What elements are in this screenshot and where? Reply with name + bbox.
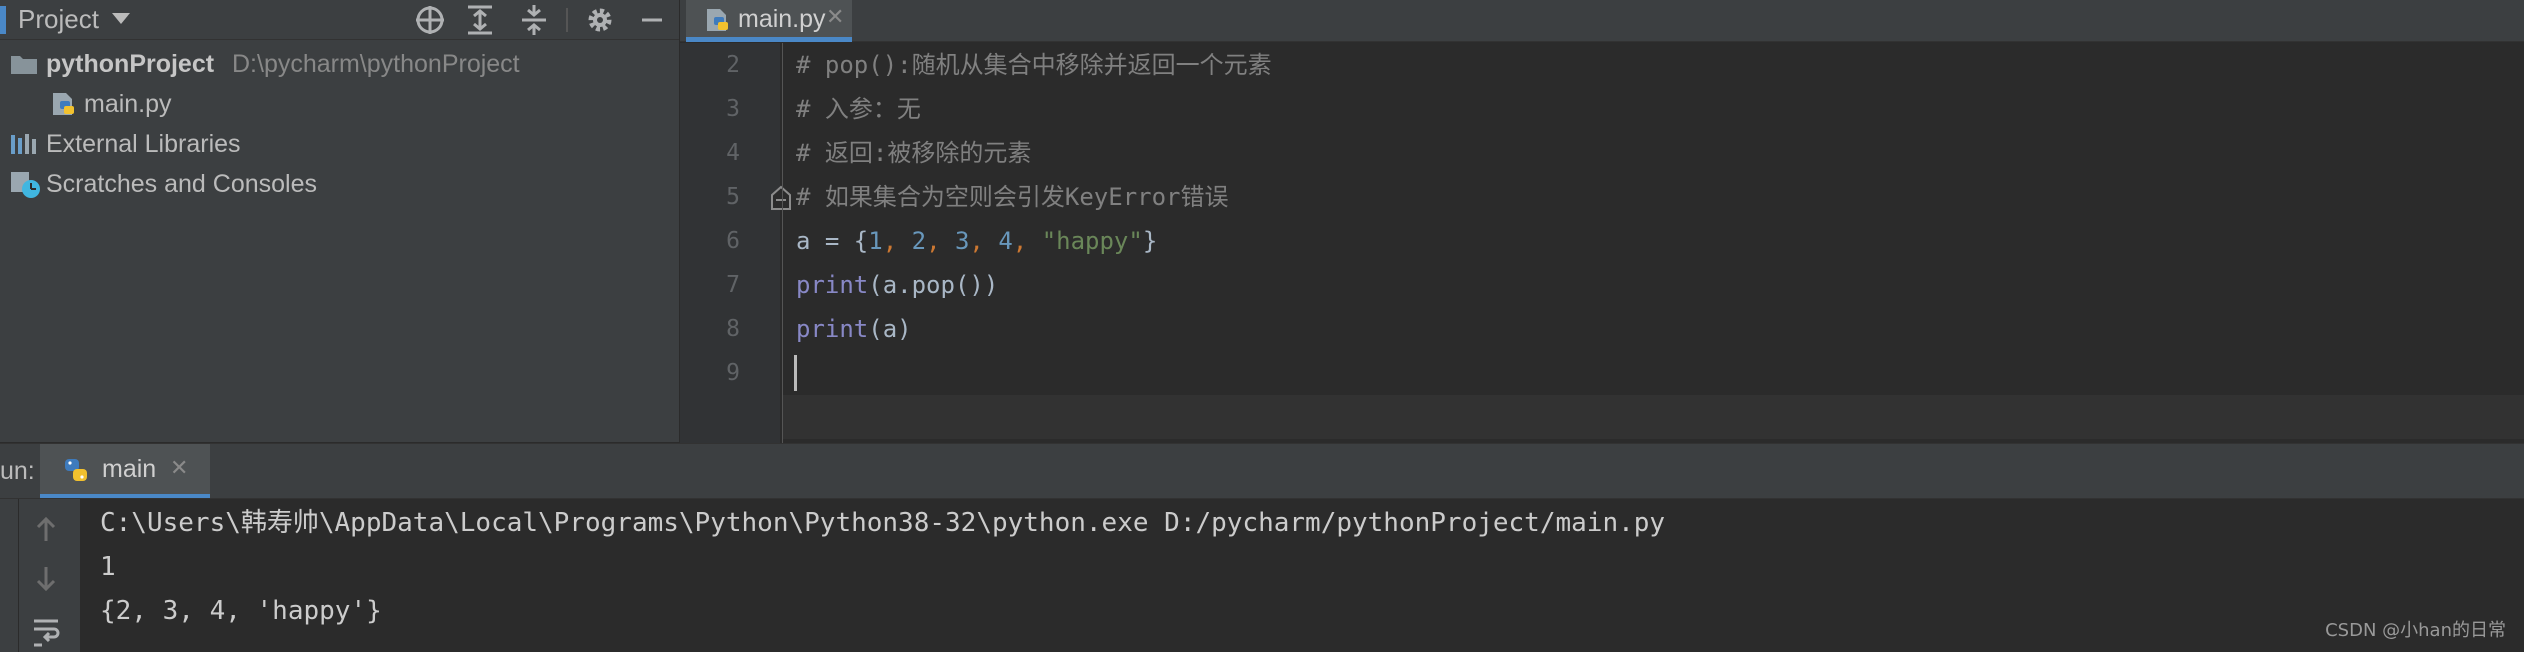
- code-token: ,: [882, 227, 912, 255]
- run-tab-label: main: [102, 455, 157, 483]
- project-path: D:\pycharm\pythonProject: [232, 50, 520, 78]
- python-file-icon: [707, 9, 728, 31]
- run-console[interactable]: C:\Users\韩寿帅\AppData\Local\Programs\Pyth…: [0, 499, 2524, 652]
- text-caret: [794, 355, 797, 391]
- expand-all-icon[interactable]: [462, 2, 498, 38]
- editor-tab-bar: main.py ✕: [680, 0, 2524, 42]
- code-token: 1: [868, 227, 883, 255]
- code-token: ,: [926, 227, 955, 255]
- line-number: 9: [726, 360, 740, 386]
- tree-item-label: main.py: [84, 90, 172, 118]
- line-number: 3: [726, 96, 740, 122]
- tree-item-project-root[interactable]: pythonProject D:\pycharm\pythonProject: [0, 44, 680, 84]
- code-token: (a): [868, 315, 912, 343]
- arrow-up-icon[interactable]: [30, 513, 62, 545]
- console-line: 1: [100, 552, 116, 582]
- code-line-2: # pop():随机从集合中移除并返回一个元素: [796, 51, 1272, 79]
- code-line-6: a = {1, 2, 3, 4, "happy"}: [796, 219, 1157, 263]
- project-name: pythonProject: [46, 50, 215, 78]
- line-number: 8: [726, 316, 740, 342]
- code-line-8: print(a): [796, 307, 912, 351]
- code-token: a = {: [796, 227, 869, 255]
- fold-marker-icon[interactable]: [770, 185, 792, 211]
- close-icon[interactable]: ✕: [170, 444, 188, 494]
- line-number: 4: [726, 140, 740, 166]
- code-token: ,: [1012, 227, 1042, 255]
- code-token: 2: [911, 227, 927, 255]
- python-file-icon: [53, 93, 74, 115]
- tree-item-label: Scratches and Consoles: [46, 170, 317, 198]
- code-line-4: # 返回:被移除的元素: [796, 139, 1032, 167]
- run-label: un:: [0, 457, 35, 485]
- chevron-down-icon[interactable]: [112, 13, 130, 24]
- active-tab-indicator: [686, 37, 852, 42]
- project-toolbar: Project: [0, 0, 680, 40]
- locate-icon[interactable]: [412, 2, 448, 38]
- active-tab-indicator: [40, 494, 210, 498]
- project-panel: Project pythonProject D:\pycharm\pythonP…: [0, 0, 680, 442]
- code-line-7: print(a.pop()): [796, 263, 998, 307]
- code-token: 4: [998, 227, 1013, 255]
- console-line: {2, 3, 4, 'happy'}: [100, 596, 382, 626]
- line-number: 6: [726, 228, 740, 254]
- run-side-toolbar: [0, 499, 80, 652]
- code-token: print: [796, 271, 869, 299]
- hide-panel-icon[interactable]: [634, 2, 670, 38]
- gutter-separator: [782, 43, 783, 443]
- watermark: CSDN @小han的日常: [2325, 620, 2506, 641]
- code-token: "happy": [1041, 227, 1143, 255]
- code-token: 3: [954, 227, 970, 255]
- tab-label: main.py: [738, 5, 826, 33]
- arrow-down-icon[interactable]: [30, 563, 62, 595]
- run-panel-header: un: main ✕: [0, 443, 2524, 499]
- tree-item-main-py[interactable]: main.py: [0, 84, 680, 124]
- line-number-gutter: 2 3 4 5 6 7 8 9: [680, 43, 791, 443]
- soft-wrap-icon[interactable]: [30, 615, 62, 647]
- library-icon: [11, 134, 36, 154]
- scratches-icon: [11, 172, 40, 198]
- code-token: print: [796, 315, 869, 343]
- toolbar-divider: [566, 8, 568, 32]
- tree-item-scratches[interactable]: Scratches and Consoles: [0, 164, 680, 204]
- folder-icon: [11, 56, 37, 74]
- console-line: C:\Users\韩寿帅\AppData\Local\Programs\Pyth…: [100, 508, 1666, 538]
- line-number: 2: [726, 52, 740, 78]
- project-view-selector[interactable]: Project: [18, 0, 99, 40]
- code-token: }: [1142, 227, 1158, 255]
- current-line-highlight: [783, 395, 2524, 439]
- collapse-all-icon[interactable]: [516, 2, 552, 38]
- side-divider: [18, 499, 19, 652]
- python-icon: [65, 459, 87, 481]
- code-editor[interactable]: 2 3 4 5 6 7 8 9 # pop():随机从集合中移除并返回一个元素 …: [680, 43, 2524, 443]
- line-number: 7: [726, 272, 740, 298]
- code-line-5: # 如果集合为空则会引发KeyError错误: [796, 183, 1229, 211]
- tree-item-label: External Libraries: [46, 130, 241, 158]
- gear-icon[interactable]: [582, 2, 618, 38]
- run-tab-main[interactable]: main ✕: [40, 444, 210, 498]
- code-line-3: # 入参：无: [796, 95, 921, 123]
- panel-stripe: [0, 6, 6, 34]
- line-number: 5: [726, 184, 740, 210]
- close-icon[interactable]: ✕: [826, 0, 844, 38]
- tab-main-py[interactable]: main.py ✕: [686, 0, 852, 42]
- code-token: (a.pop()): [868, 271, 999, 299]
- tree-item-external-libraries[interactable]: External Libraries: [0, 124, 680, 164]
- code-token: ,: [969, 227, 999, 255]
